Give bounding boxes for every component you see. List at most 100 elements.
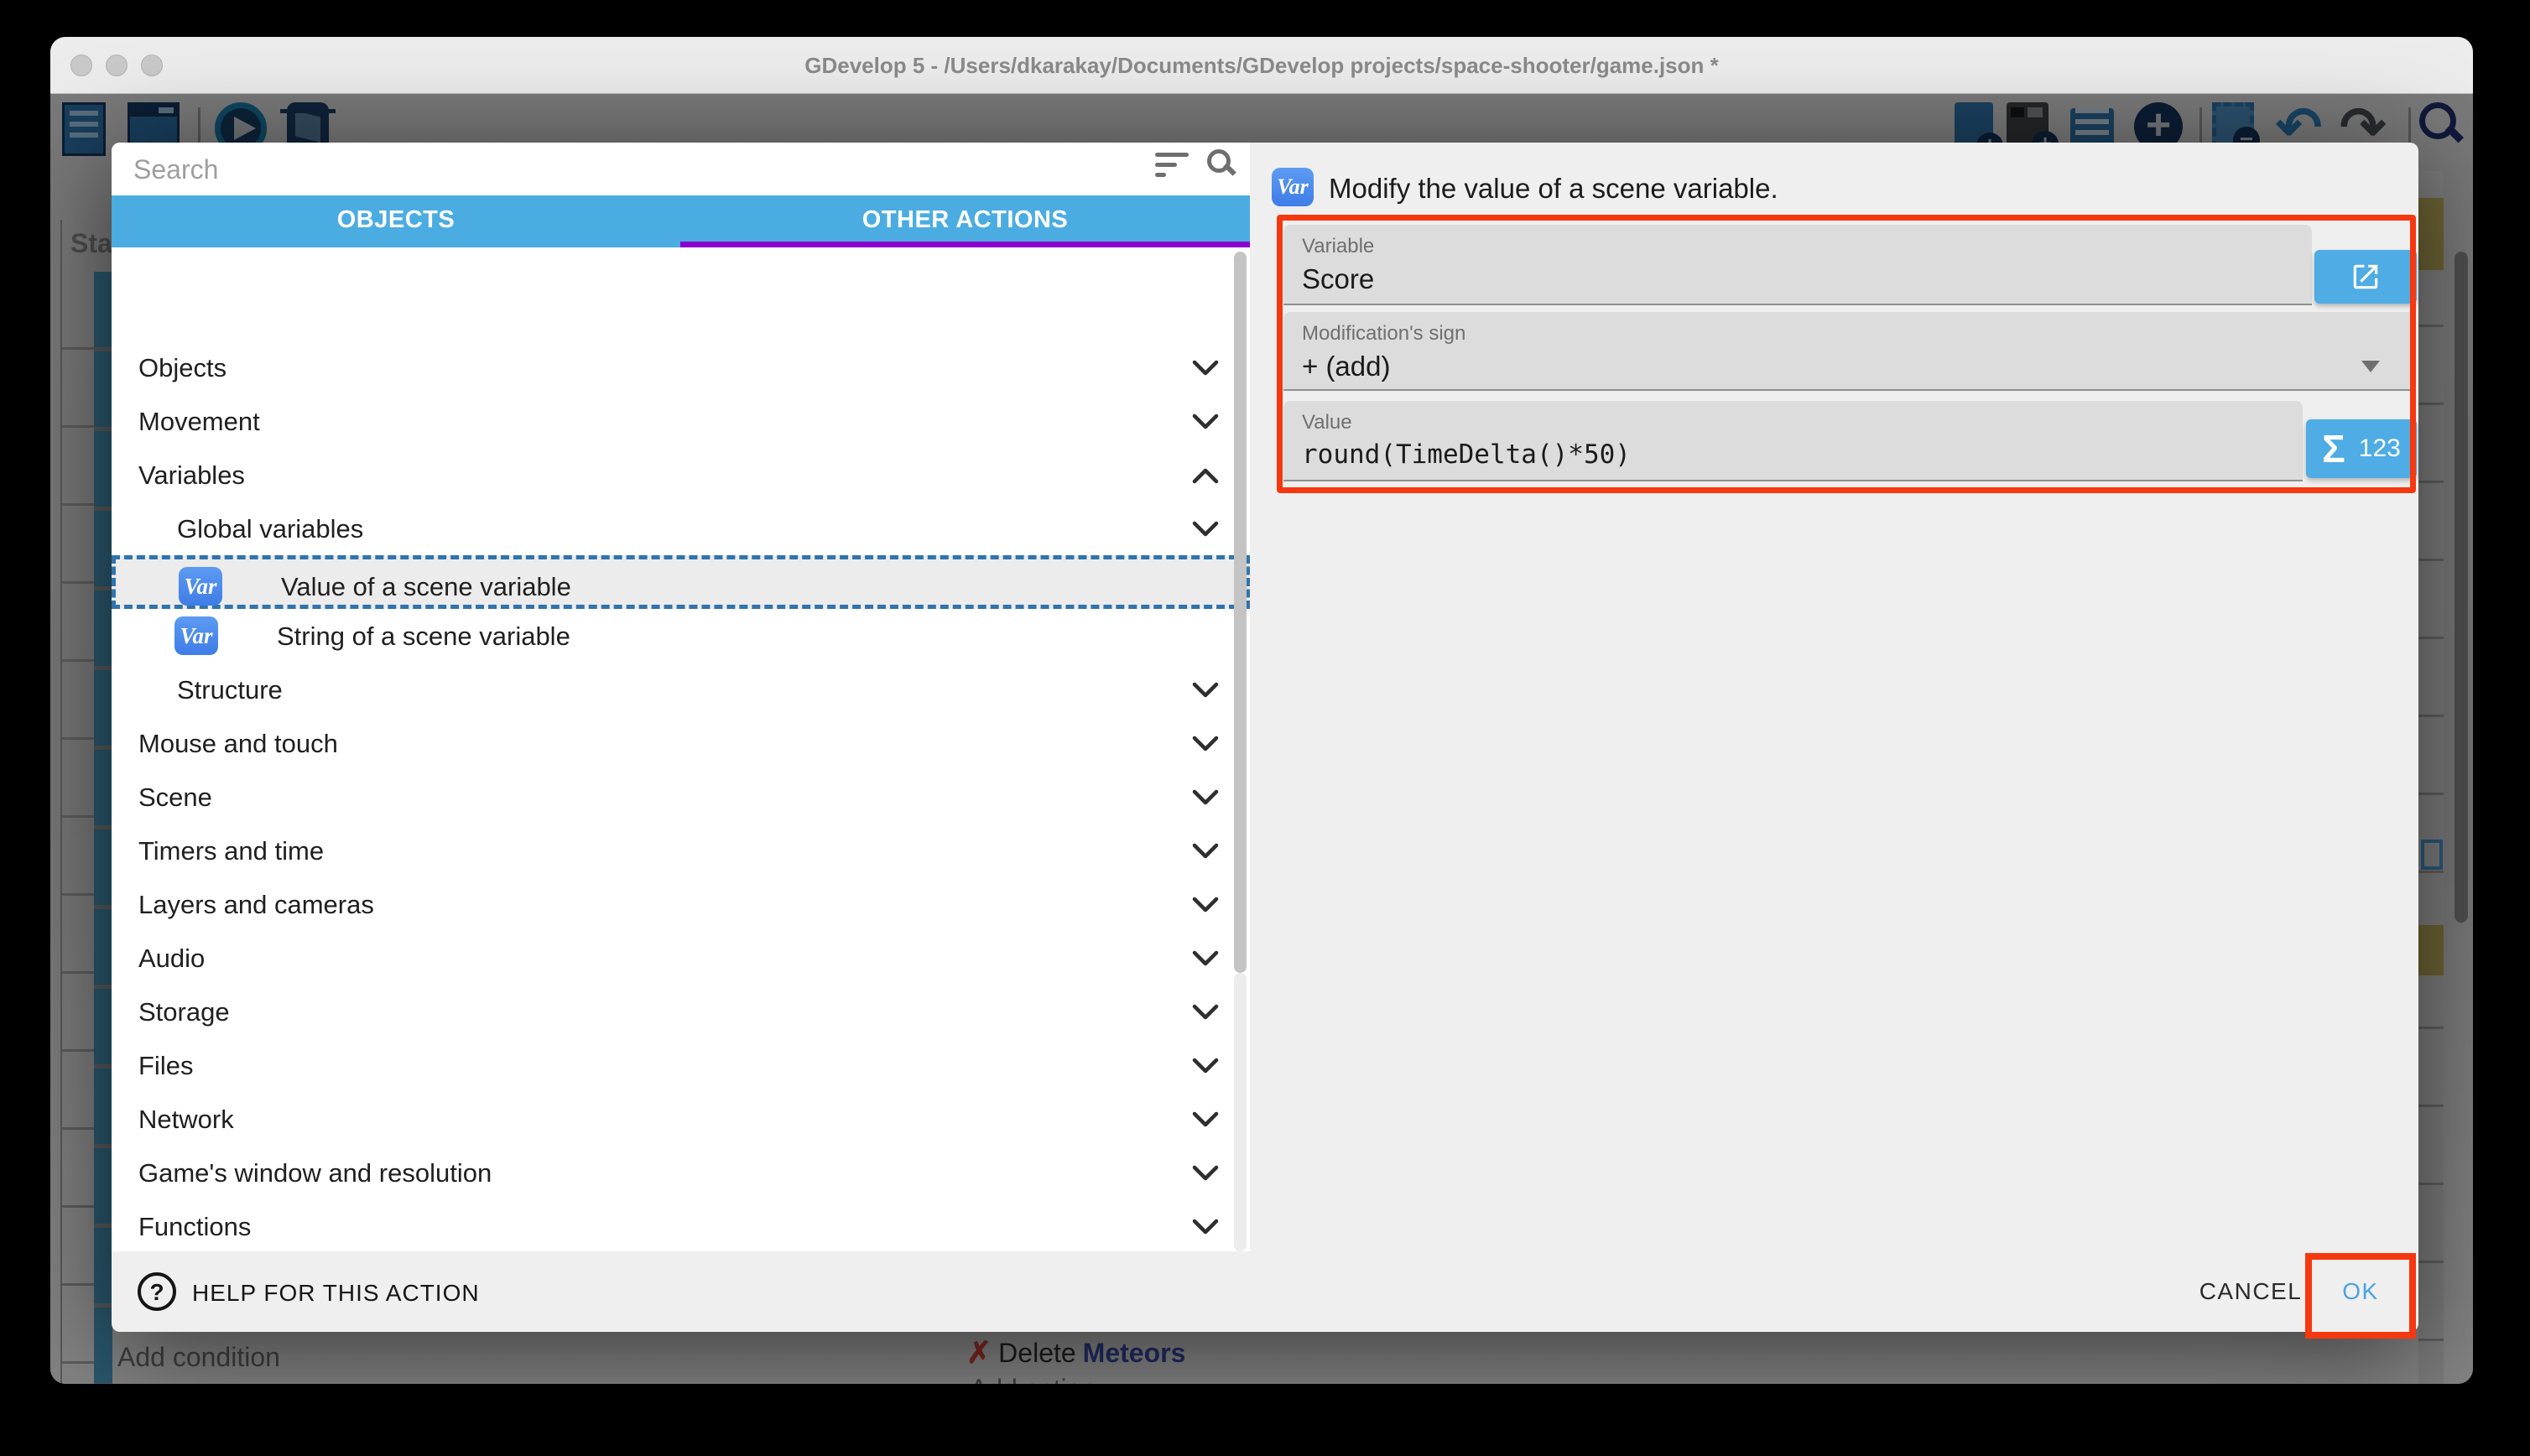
- chevron-up-icon: [1190, 465, 1221, 490]
- open-in-new-icon: [2350, 261, 2382, 293]
- cancel-button[interactable]: CANCEL: [2184, 1270, 2318, 1313]
- list-item-label: Audio: [138, 944, 205, 974]
- sign-field-label: Modification's sign: [1302, 322, 1465, 346]
- tab-objects[interactable]: OBJECTS: [112, 195, 680, 247]
- variable-field-label: Variable: [1302, 235, 1374, 258]
- toolbar-project-manager-button[interactable]: [62, 102, 106, 156]
- instruction-list-pane: OBJECTS OTHER ACTIONS Objects Movement Var…: [112, 143, 1250, 1251]
- sigma-icon: Σ: [2322, 429, 2345, 468]
- list-item-label: Structure: [177, 675, 283, 705]
- list-item-mouse-and-touch[interactable]: Mouse and touch: [112, 716, 1250, 770]
- add-action-link[interactable]: Add action: [970, 1374, 1096, 1384]
- chevron-down-icon: [1190, 734, 1221, 758]
- delete-action-row: ✗ Delete Meteors: [966, 1335, 1185, 1370]
- list-item-functions[interactable]: Functions: [112, 1199, 1250, 1251]
- chevron-down-icon: [2361, 361, 2380, 372]
- var-icon: Var: [179, 567, 222, 606]
- list-item-label: Global variables: [177, 514, 363, 544]
- modification-sign-select[interactable]: Modification's sign + (add): [1283, 312, 2415, 391]
- chevron-down-icon: [1190, 1110, 1221, 1134]
- list-item-label: Movement: [138, 407, 260, 437]
- search-input[interactable]: [133, 149, 1098, 190]
- list-item-structure[interactable]: Structure: [112, 663, 1250, 716]
- gdevelop-window: GDevelop 5 - /Users/dkarakay/Documents/G…: [50, 37, 2473, 1384]
- events-sheet-left-cells: [62, 272, 94, 1384]
- list-item-objects[interactable]: Objects: [112, 341, 1250, 394]
- tab-other-actions[interactable]: OTHER ACTIONS: [680, 195, 1250, 247]
- chevron-down-icon: [1190, 1217, 1221, 1241]
- var-icon: Var: [1272, 168, 1314, 206]
- chevron-down-icon: [1190, 1002, 1221, 1027]
- open-variable-editor-button[interactable]: [2314, 250, 2417, 304]
- list-item-layers-and-cameras[interactable]: Layers and cameras: [112, 877, 1250, 931]
- chevron-down-icon: [1190, 680, 1221, 705]
- event-outline: [2421, 840, 2443, 870]
- selected-event-highlight: [2418, 198, 2444, 270]
- sign-field-value[interactable]: + (add): [1302, 351, 1390, 382]
- list-item-audio[interactable]: Audio: [112, 931, 1250, 985]
- value-field[interactable]: Value round(TimeDelta()*50): [1283, 401, 2303, 481]
- events-sheet-right-cells: [2418, 171, 2444, 1384]
- variable-field-value[interactable]: Score: [1302, 263, 1374, 295]
- help-icon[interactable]: [138, 1272, 176, 1311]
- list-item-label: Variables: [138, 460, 245, 491]
- tab-bar: OBJECTS OTHER ACTIONS: [112, 195, 1250, 247]
- chevron-down-icon: [1190, 412, 1221, 436]
- expression-editor-button[interactable]: Σ 123: [2306, 419, 2417, 478]
- selected-event-highlight: [2418, 925, 2444, 975]
- add-condition-link[interactable]: Add condition: [117, 1342, 280, 1373]
- action-config-pane: Var Modify the value of a scene variable…: [1250, 143, 2418, 1251]
- value-field-value[interactable]: round(TimeDelta()*50): [1302, 439, 1631, 470]
- list-item-game-s-window-and-resolution[interactable]: Game's window and resolution: [112, 1146, 1250, 1199]
- chevron-down-icon: [1190, 788, 1221, 812]
- filter-icon[interactable]: [1155, 153, 1192, 183]
- chevron-down-icon: [1190, 1163, 1221, 1188]
- toolbar-search-button[interactable]: [2419, 102, 2456, 139]
- list-item-network[interactable]: Network: [112, 1092, 1250, 1146]
- list-item-value-of-a-scene-variable[interactable]: VarValue of a scene variable: [112, 555, 1250, 609]
- list-item-storage[interactable]: Storage: [112, 985, 1250, 1038]
- list-scrollbar-track[interactable]: [1234, 973, 1247, 1251]
- list-item-movement[interactable]: Movement: [112, 394, 1250, 448]
- chevron-down-icon: [1190, 949, 1221, 973]
- search-icon: [2419, 102, 2456, 139]
- list-item-label: Mouse and touch: [138, 729, 338, 759]
- ok-button[interactable]: OK: [2323, 1270, 2398, 1313]
- instruction-editor-dialog: OBJECTS OTHER ACTIONS Objects Movement Var…: [112, 143, 2418, 1332]
- dialog-footer: HELP FOR THIS ACTION CANCEL OK: [112, 1251, 2418, 1332]
- chevron-down-icon: [1190, 895, 1221, 919]
- scene-tab-label: Sta: [70, 228, 112, 259]
- list-item-scene[interactable]: Scene: [112, 770, 1250, 824]
- search-row: [112, 143, 1250, 195]
- action-title: Modify the value of a scene variable.: [1329, 173, 1778, 205]
- action-verb: Delete: [998, 1338, 1076, 1369]
- list-item-label: Layers and cameras: [138, 890, 374, 920]
- minimize-window-button[interactable]: [106, 55, 128, 76]
- zoom-window-button[interactable]: [141, 55, 163, 76]
- search-icon[interactable]: [1207, 149, 1231, 173]
- events-condition-column: [94, 272, 112, 1384]
- value-field-label: Value: [1302, 411, 1352, 434]
- close-window-button[interactable]: [70, 55, 92, 76]
- list-item-label: Network: [138, 1105, 234, 1135]
- title-bar: GDevelop 5 - /Users/dkarakay/Documents/G…: [50, 37, 2473, 94]
- list-item-variables[interactable]: Variables: [112, 448, 1250, 502]
- events-scrollbar[interactable]: [2455, 252, 2468, 923]
- list-item-label: Timers and time: [138, 836, 324, 866]
- list-scrollbar-thumb[interactable]: [1234, 252, 1247, 973]
- variable-field[interactable]: Variable Score: [1283, 225, 2312, 305]
- help-button[interactable]: HELP FOR THIS ACTION: [192, 1280, 480, 1307]
- red-cross-icon: ✗: [966, 1335, 992, 1370]
- list-item-files[interactable]: Files: [112, 1038, 1250, 1092]
- list-item-global-variables[interactable]: Global variables: [112, 502, 1250, 555]
- list-item-label: Objects: [138, 353, 226, 383]
- active-tab-indicator: [680, 242, 1250, 247]
- action-list: Objects Movement Variables Global variables…: [112, 247, 1250, 1251]
- list-item-timers-and-time[interactable]: Timers and time: [112, 824, 1250, 877]
- list-item-label: Files: [138, 1051, 193, 1081]
- list-item-label: Scene: [138, 783, 212, 813]
- action-object: Meteors: [1083, 1338, 1186, 1369]
- chevron-down-icon: [1190, 519, 1221, 543]
- list-item-string-of-a-scene-variable[interactable]: VarString of a scene variable: [112, 609, 1250, 663]
- chevron-down-icon: [1190, 358, 1221, 382]
